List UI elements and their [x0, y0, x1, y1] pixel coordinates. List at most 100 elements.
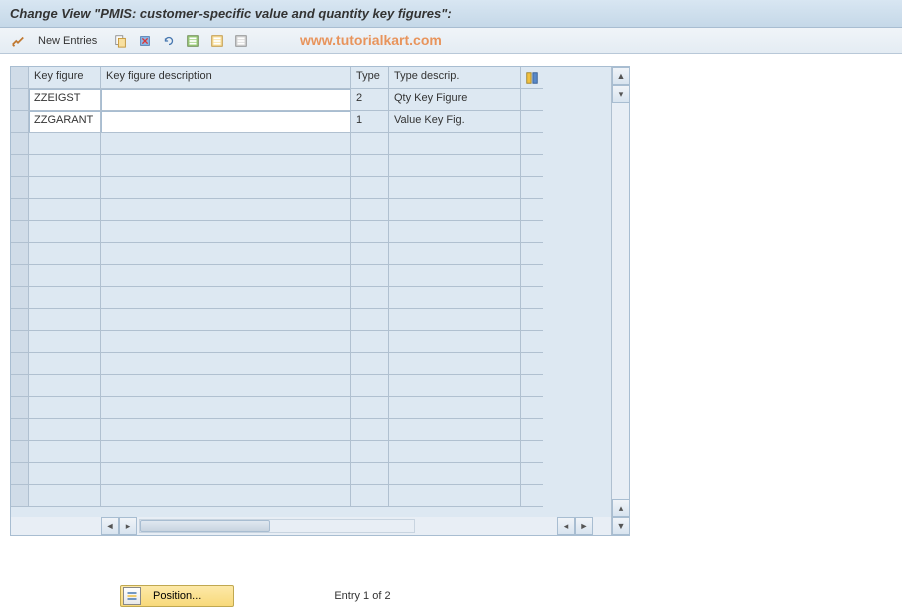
- cell-key-figure[interactable]: ZZEIGST: [29, 89, 101, 111]
- cell-type: [351, 485, 389, 507]
- column-key-figure[interactable]: Key figure: [29, 67, 101, 89]
- cell-key-figure: [29, 463, 101, 485]
- cell-description[interactable]: [101, 111, 351, 133]
- undo-icon[interactable]: [159, 31, 179, 51]
- cell-pad: [521, 199, 543, 221]
- row-selector[interactable]: [11, 375, 29, 397]
- vscroll-track[interactable]: [612, 103, 629, 499]
- cell-description[interactable]: [101, 89, 351, 111]
- deselect-all-icon[interactable]: [231, 31, 251, 51]
- column-type[interactable]: Type: [351, 67, 389, 89]
- cell-type: 2: [351, 89, 389, 111]
- table-row: [11, 243, 611, 265]
- cell-type-desc: [389, 397, 521, 419]
- entry-count: Entry 1 of 2: [334, 590, 390, 602]
- scroll-up-icon[interactable]: ▲: [612, 67, 630, 85]
- row-selector[interactable]: [11, 111, 29, 133]
- cell-pad: [521, 419, 543, 441]
- row-selector[interactable]: [11, 441, 29, 463]
- cell-type: [351, 309, 389, 331]
- select-block-icon[interactable]: [207, 31, 227, 51]
- scroll-right-last-icon[interactable]: ►: [575, 517, 593, 535]
- cell-description: [101, 221, 351, 243]
- toggle-display-icon[interactable]: [8, 31, 28, 51]
- row-selector[interactable]: [11, 309, 29, 331]
- corner-cell[interactable]: [11, 67, 29, 89]
- cell-type: [351, 419, 389, 441]
- cell-pad: [521, 287, 543, 309]
- scroll-left-first-icon[interactable]: ◄: [101, 517, 119, 535]
- table-row: [11, 177, 611, 199]
- row-selector[interactable]: [11, 89, 29, 111]
- row-selector[interactable]: [11, 353, 29, 375]
- column-type-desc[interactable]: Type descrip.: [389, 67, 521, 89]
- row-selector[interactable]: [11, 177, 29, 199]
- position-icon: [123, 587, 141, 605]
- cell-type: [351, 463, 389, 485]
- cell-type-desc: [389, 441, 521, 463]
- cell-type-desc: [389, 353, 521, 375]
- row-selector[interactable]: [11, 221, 29, 243]
- row-selector[interactable]: [11, 287, 29, 309]
- table-config-icon[interactable]: [521, 67, 543, 89]
- toolbar: New Entries www.tutorialkart.com: [0, 28, 902, 54]
- cell-pad: [521, 353, 543, 375]
- cell-type-desc: [389, 221, 521, 243]
- cell-type: [351, 397, 389, 419]
- cell-key-figure: [29, 287, 101, 309]
- row-selector[interactable]: [11, 485, 29, 507]
- cell-description: [101, 419, 351, 441]
- cell-key-figure: [29, 177, 101, 199]
- row-selector[interactable]: [11, 133, 29, 155]
- cell-description: [101, 287, 351, 309]
- cell-key-figure: [29, 133, 101, 155]
- copy-icon[interactable]: [111, 31, 131, 51]
- cell-description: [101, 265, 351, 287]
- cell-type: [351, 243, 389, 265]
- row-selector[interactable]: [11, 155, 29, 177]
- cell-pad: [521, 485, 543, 507]
- data-table: Key figure Key figure description Type T…: [10, 66, 630, 536]
- row-selector[interactable]: [11, 199, 29, 221]
- cell-description: [101, 199, 351, 221]
- row-selector[interactable]: [11, 243, 29, 265]
- cell-key-figure: [29, 221, 101, 243]
- delete-icon[interactable]: [135, 31, 155, 51]
- table-row: ZZGARANT1Value Key Fig.: [11, 111, 611, 133]
- scroll-up-step-icon[interactable]: ▾: [612, 85, 630, 103]
- column-description[interactable]: Key figure description: [101, 67, 351, 89]
- scroll-down-step-icon[interactable]: ▴: [612, 499, 630, 517]
- cell-pad: [521, 397, 543, 419]
- row-selector[interactable]: [11, 331, 29, 353]
- scroll-left-icon[interactable]: ▸: [119, 517, 137, 535]
- cell-type-desc: [389, 463, 521, 485]
- scroll-down-icon[interactable]: ▼: [612, 517, 630, 535]
- cell-key-figure: [29, 353, 101, 375]
- row-selector[interactable]: [11, 397, 29, 419]
- cell-type: [351, 375, 389, 397]
- cell-key-figure: [29, 331, 101, 353]
- cell-type: [351, 287, 389, 309]
- cell-key-figure: [29, 155, 101, 177]
- row-selector[interactable]: [11, 419, 29, 441]
- table-row: [11, 485, 611, 507]
- cell-type-desc: [389, 265, 521, 287]
- hscroll-thumb[interactable]: [140, 520, 270, 532]
- cell-key-figure[interactable]: ZZGARANT: [29, 111, 101, 133]
- new-entries-button[interactable]: New Entries: [32, 33, 103, 49]
- table-row: [11, 265, 611, 287]
- cell-description: [101, 441, 351, 463]
- row-selector[interactable]: [11, 265, 29, 287]
- scroll-right-icon[interactable]: ◂: [557, 517, 575, 535]
- row-selector[interactable]: [11, 463, 29, 485]
- hscroll-track[interactable]: [139, 519, 415, 533]
- position-button[interactable]: Position...: [120, 585, 234, 607]
- cell-description: [101, 353, 351, 375]
- cell-key-figure: [29, 265, 101, 287]
- cell-pad: [521, 111, 543, 133]
- cell-key-figure: [29, 419, 101, 441]
- select-all-icon[interactable]: [183, 31, 203, 51]
- cell-key-figure: [29, 485, 101, 507]
- cell-key-figure: [29, 309, 101, 331]
- cell-pad: [521, 243, 543, 265]
